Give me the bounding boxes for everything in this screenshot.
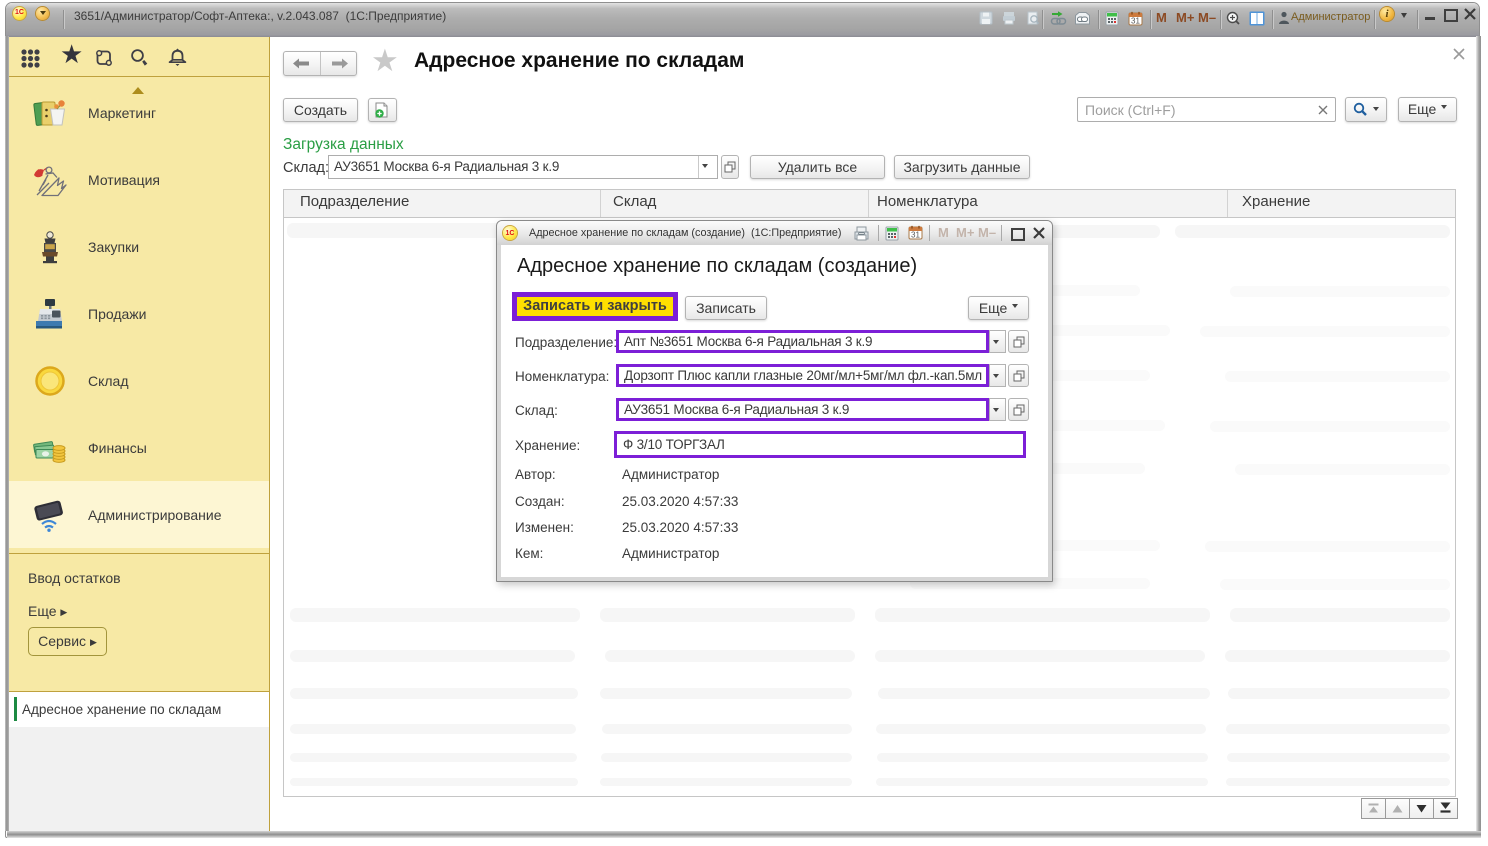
svg-text:31: 31: [1131, 17, 1140, 26]
svg-text:31: 31: [911, 231, 920, 240]
